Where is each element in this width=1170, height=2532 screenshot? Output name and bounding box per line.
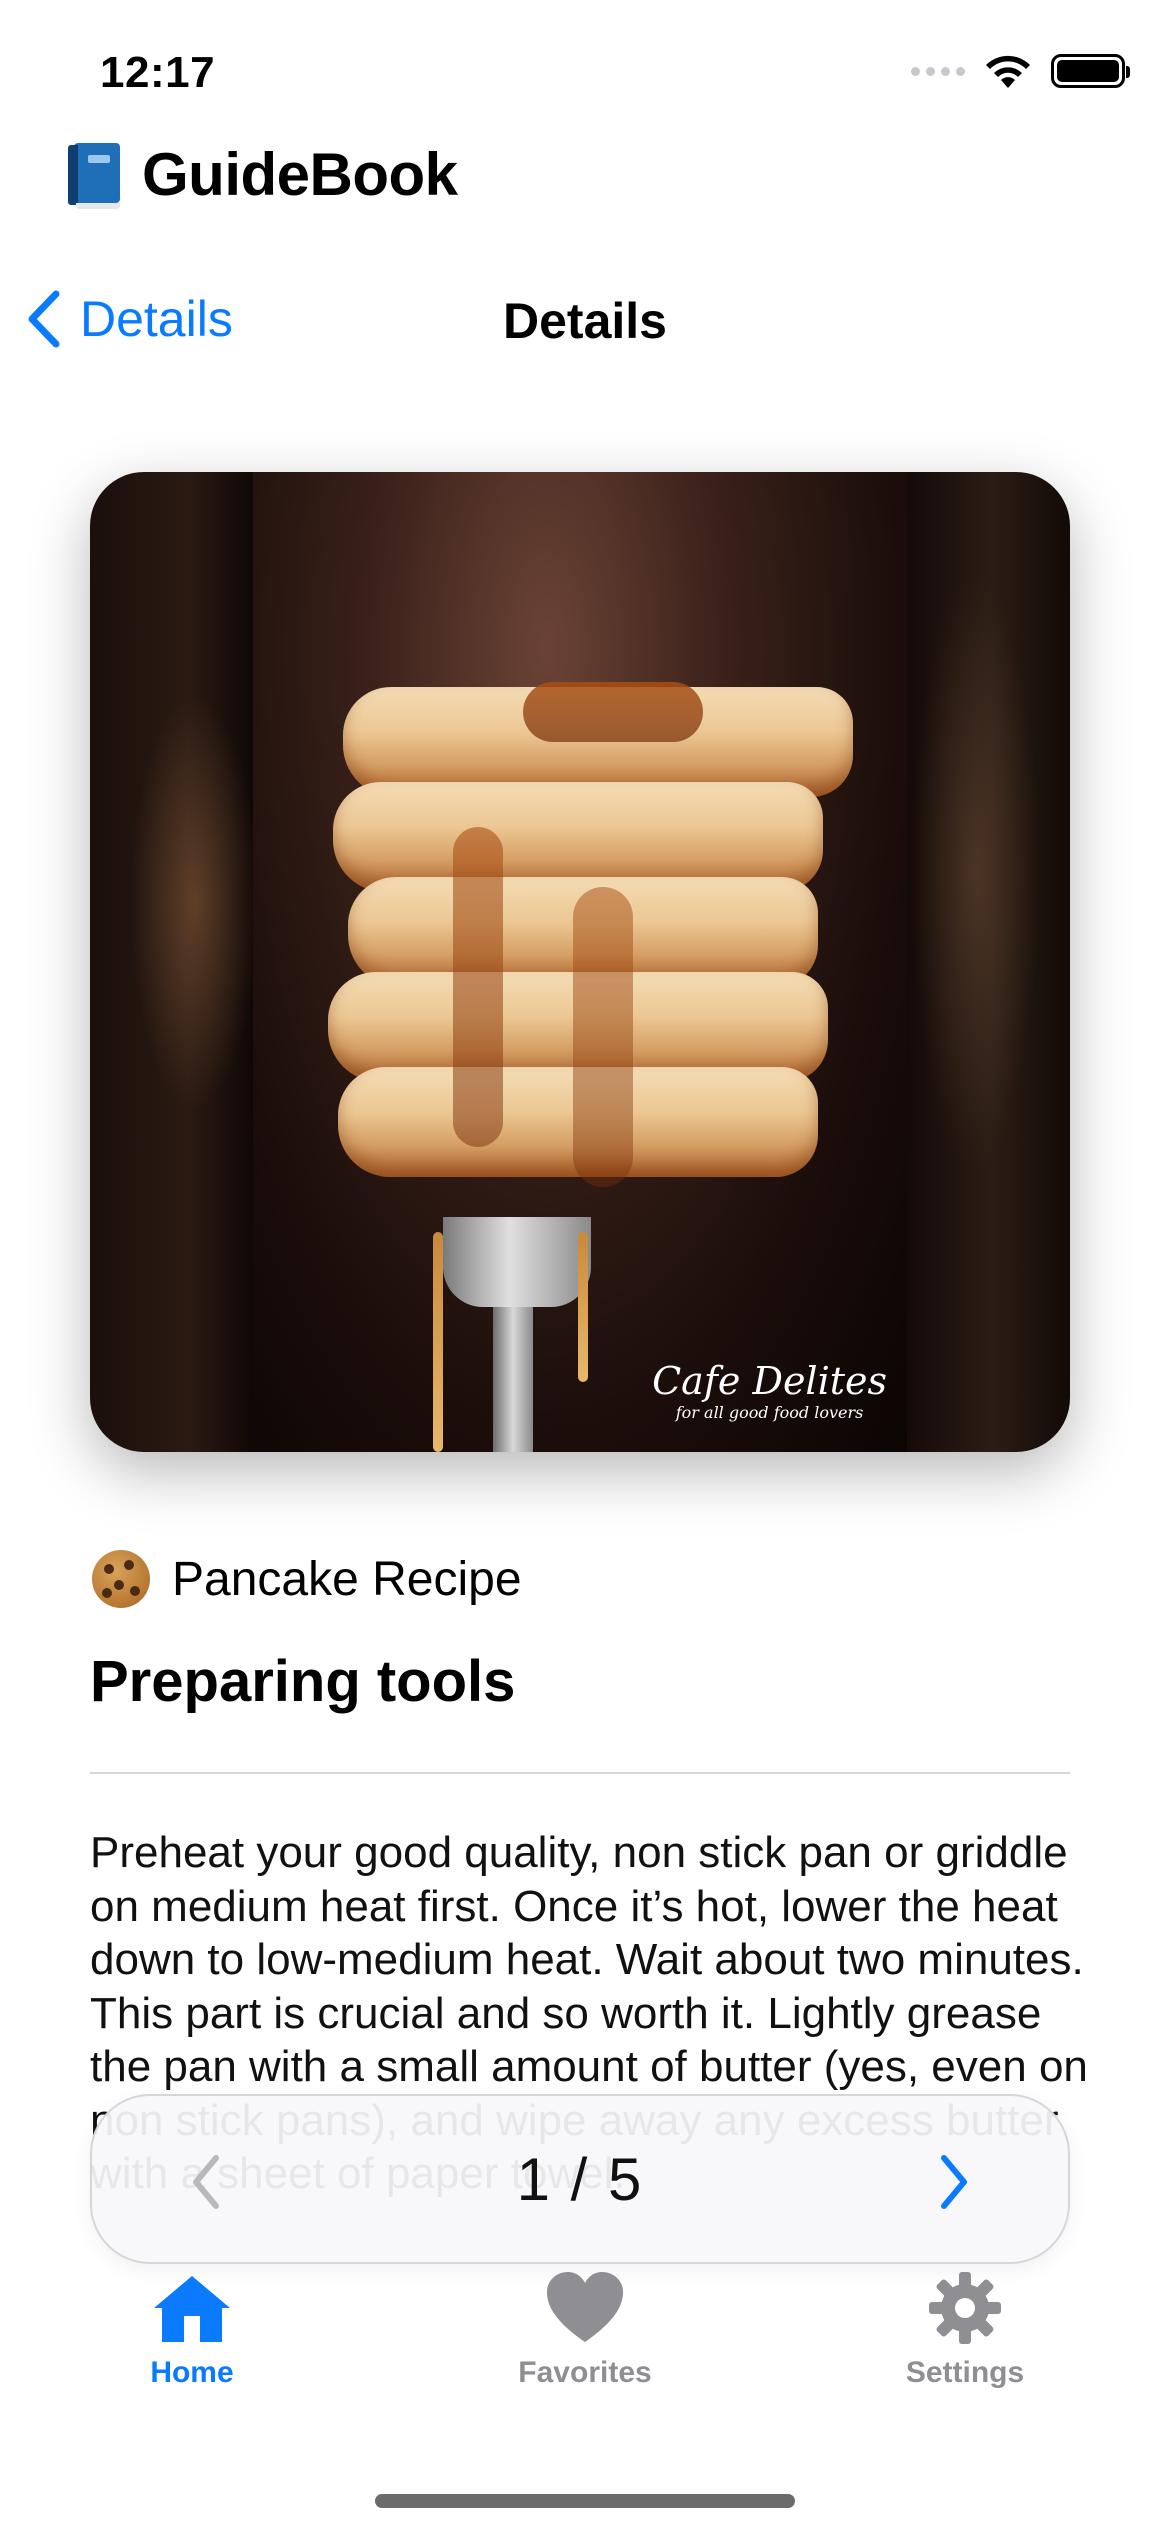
next-page-button[interactable] bbox=[936, 2154, 972, 2210]
app-title: GuideBook bbox=[142, 141, 458, 208]
category-label: Pancake Recipe bbox=[172, 1552, 522, 1606]
cookie-icon bbox=[92, 1550, 150, 1608]
tab-bar: Home Favorites Settings bbox=[0, 2270, 1170, 2410]
tab-favorites-label: Favorites bbox=[518, 2356, 652, 2389]
divider bbox=[90, 1772, 1070, 1774]
category-row: Pancake Recipe bbox=[92, 1550, 522, 1608]
gear-icon bbox=[929, 2272, 1001, 2344]
status-icons bbox=[911, 52, 1130, 90]
section-title: Preparing tools bbox=[90, 1649, 516, 1714]
screen: 12:17 GuideBook Details Details Cafe Del… bbox=[0, 0, 1170, 2532]
app-header: GuideBook bbox=[68, 140, 458, 209]
wifi-icon bbox=[986, 55, 1030, 88]
nav-title: Details bbox=[503, 293, 667, 349]
tab-settings[interactable]: Settings bbox=[845, 2270, 1085, 2390]
pager: 1 / 5 bbox=[90, 2094, 1070, 2264]
tab-settings-label: Settings bbox=[905, 2356, 1025, 2389]
heart-icon bbox=[547, 2272, 623, 2342]
cellular-signal-icon bbox=[911, 66, 965, 76]
tab-home-label: Home bbox=[150, 2356, 234, 2389]
home-indicator[interactable] bbox=[375, 2494, 795, 2508]
tab-home[interactable]: Home bbox=[72, 2270, 312, 2390]
house-icon bbox=[154, 2276, 230, 2342]
tab-favorites[interactable]: Favorites bbox=[465, 2270, 705, 2390]
photo-watermark: Cafe Delites for all good food lovers bbox=[652, 1359, 887, 1422]
status-time: 12:17 bbox=[100, 48, 216, 97]
hero-image: Cafe Delites for all good food lovers bbox=[90, 472, 1070, 1452]
previous-page-button[interactable] bbox=[188, 2154, 224, 2210]
book-icon bbox=[68, 142, 120, 209]
pancake-photo: Cafe Delites for all good food lovers bbox=[253, 472, 907, 1452]
page-counter: 1 / 5 bbox=[516, 2145, 644, 2213]
battery-icon bbox=[1051, 54, 1130, 88]
